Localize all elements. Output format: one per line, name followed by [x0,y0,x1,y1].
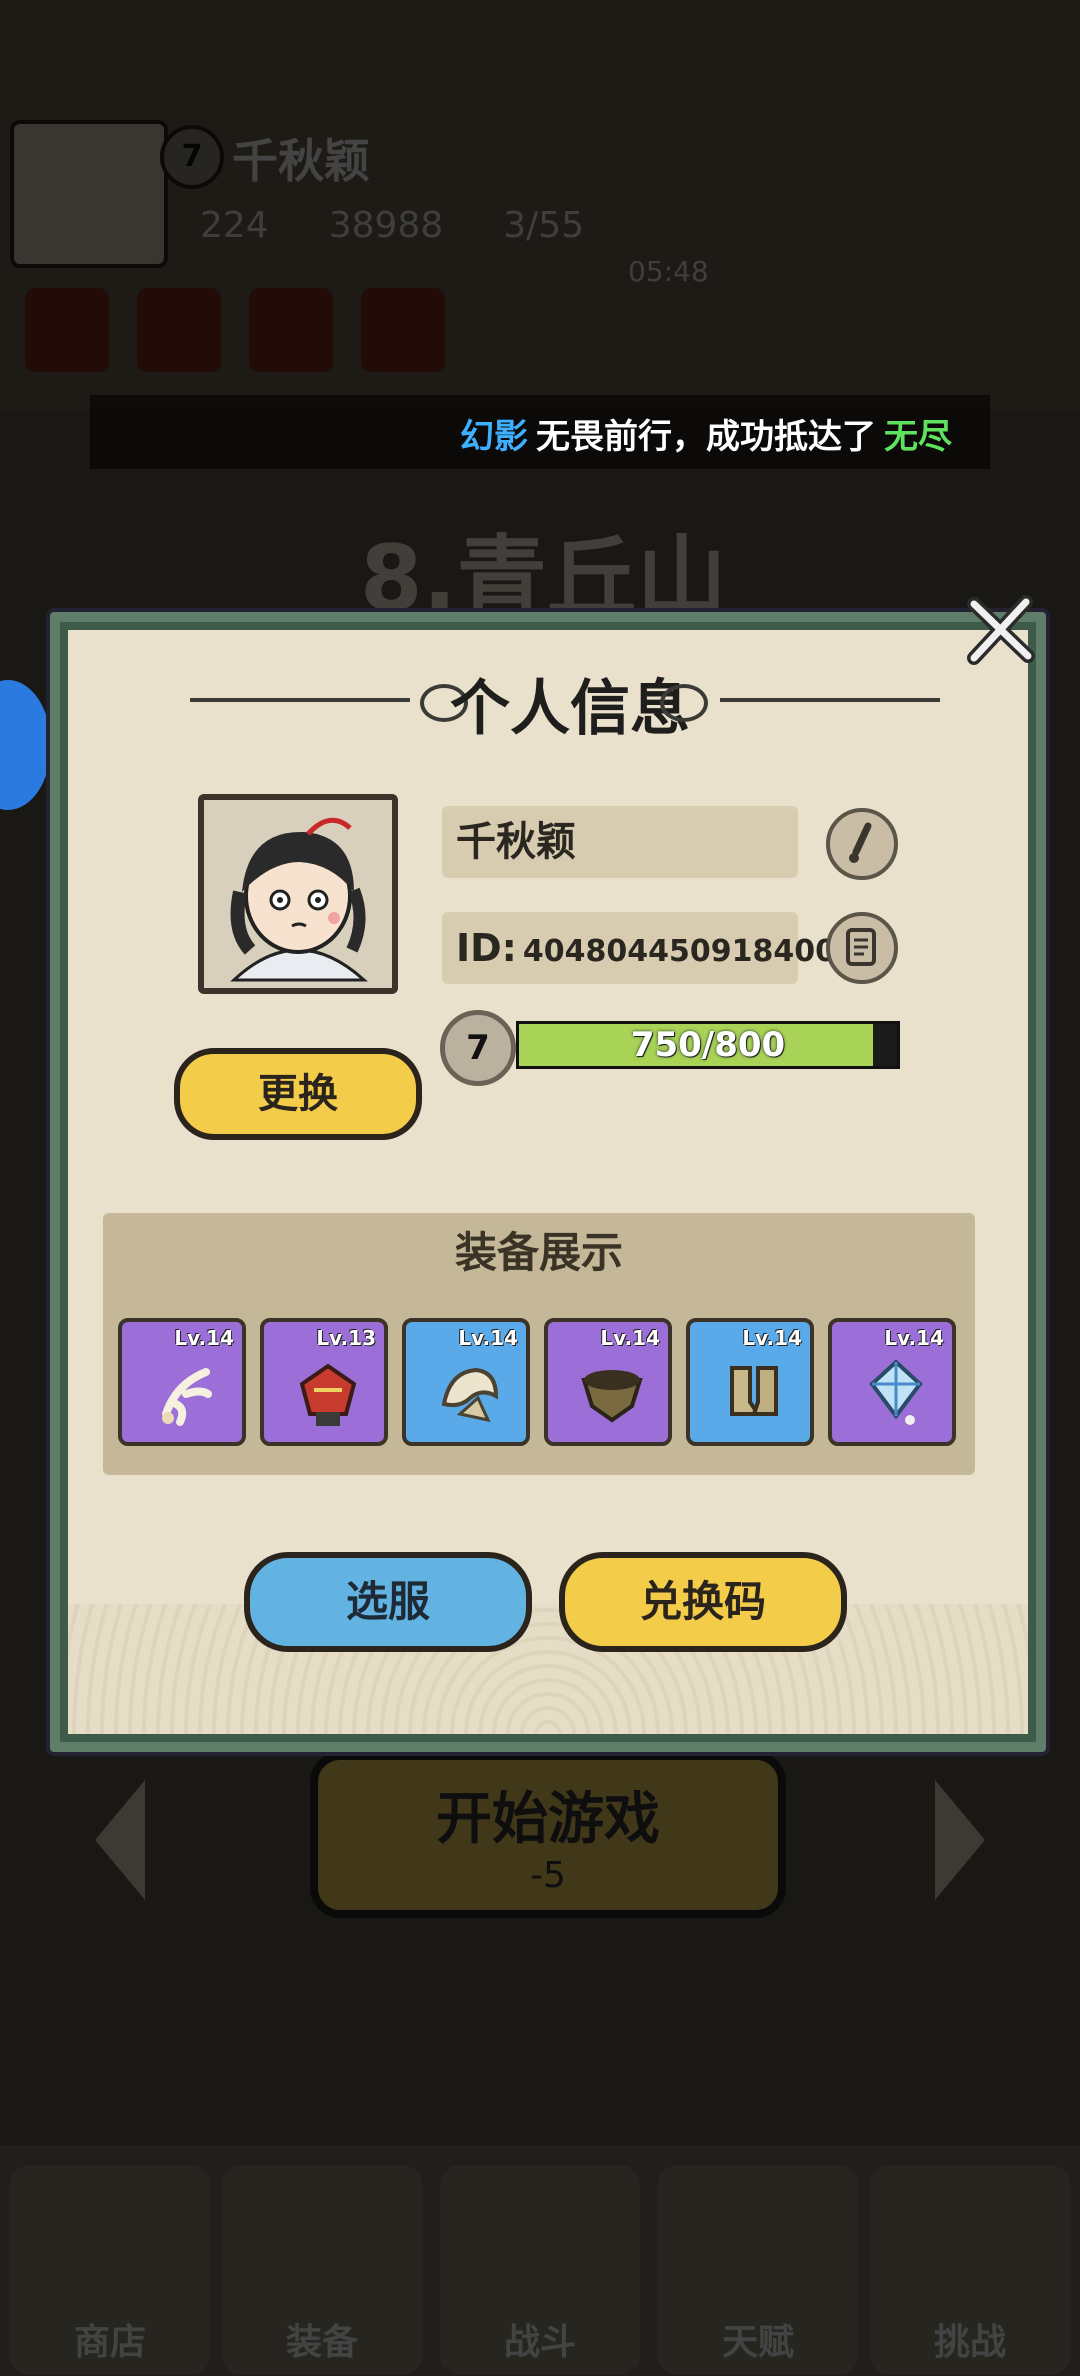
crystal-pendant-icon [869,1359,923,1425]
bg-tab-label: 战斗 [503,2322,576,2363]
title-divider-left [190,698,410,702]
bg-start-cost: -5 [530,1855,566,1896]
bg-stat-gems: 38988 [328,205,444,246]
bg-tab-label: 天赋 [721,2322,794,2363]
exp-progress-bar: 750/800 [516,1021,900,1069]
id-value: 404804450918400 [522,934,837,969]
profile-dialog [50,612,1046,1752]
bg-tab-equip: 装备 [222,2165,422,2375]
equipment-slot-5[interactable]: Lv.14 [686,1318,814,1446]
boots-icon [730,1366,778,1416]
announcement-ticker: 幻影 无畏前行，成功抵达了 无尽 [90,395,990,469]
swirl-right-icon [660,684,708,722]
level-badge: 7 [440,1010,516,1086]
bg-start-label: 开始游戏 [436,1787,660,1852]
brush-icon [849,822,872,863]
equipment-row: Lv.14 Lv.13 Lv.14 Lv.14 Lv.14 Lv.14 [118,1318,956,1446]
copy-id-icon[interactable] [826,912,898,984]
bg-stats: 224 38988 3/55 [200,205,584,246]
gauntlet-icon [581,1370,643,1423]
bg-icon-2 [137,288,221,372]
ticker-player: 幻影 [460,417,528,457]
bg-player-name: 千秋颖 [232,134,370,188]
panel-wave-pattern [68,1604,1028,1734]
bg-start-button: 开始游戏 -5 [310,1752,786,1918]
equipment-level: Lv.14 [174,1326,234,1350]
equipment-level: Lv.14 [458,1326,518,1350]
feather-charm-icon [162,1368,212,1426]
bg-prev-arrow-icon [95,1780,145,1900]
equipment-level: Lv.14 [742,1326,802,1350]
dialog-title-row: 个人信息 [120,660,960,744]
equipment-slot-2[interactable]: Lv.13 [260,1318,388,1446]
bg-level-badge: 7 [160,125,224,189]
bg-tab-talent: 天赋 [658,2165,858,2375]
avatar-portrait-icon [204,800,392,988]
bg-tab-label: 装备 [285,2322,358,2363]
bg-stat-energy: 3/55 [503,205,585,246]
shoulder-guard-icon [441,1367,499,1423]
equipment-slot-1[interactable]: Lv.14 [118,1318,246,1446]
bg-tab-label: 挑战 [933,2322,1006,2363]
bg-tab-challenge: 挑战 [870,2165,1070,2375]
equipment-showcase: 装备展示 Lv.14 Lv.13 Lv.14 Lv.14 Lv.14 Lv.14 [103,1213,975,1475]
bg-icon-row [25,288,445,372]
equipment-slot-6[interactable]: Lv.14 [828,1318,956,1446]
close-icon[interactable] [958,588,1042,672]
change-avatar-button[interactable]: 更换 [174,1048,422,1140]
select-server-button[interactable]: 选服 [244,1552,532,1652]
edit-name-icon[interactable] [826,808,898,880]
bg-icon-1 [25,288,109,372]
bg-stat-gold: 224 [200,205,269,246]
player-name-field: 千秋颖 [442,806,798,878]
bg-icon-3 [249,288,333,372]
bg-next-arrow-icon [935,1780,985,1900]
ticker-target: 无尽 [884,417,952,457]
bg-tab-battle: 战斗 [440,2165,640,2375]
title-divider-right [720,698,940,702]
player-avatar [198,794,398,994]
ticker-action: 无畏前行，成功抵达了 [536,417,876,457]
id-label: ID: [456,926,517,970]
equipment-level: Lv.14 [884,1326,944,1350]
ticker-track: 幻影 无畏前行，成功抵达了 无尽 [460,409,960,458]
equipment-level: Lv.13 [316,1326,376,1350]
bg-tab-label: 商店 [73,2322,146,2363]
player-id-field: ID: 404804450918400 [442,912,836,984]
bg-icon-4 [361,288,445,372]
equipment-header: 装备展示 [454,1228,623,1277]
bg-avatar [10,120,168,268]
bg-timer: 05:48 [628,255,709,288]
equipment-level: Lv.14 [600,1326,660,1350]
exp-progress-text: 750/800 [630,1025,786,1065]
copy-icon [846,928,876,966]
bg-navbar: 商店 装备 战斗 天赋 挑战 [0,2145,1080,2376]
bg-tab-shop: 商店 [10,2165,210,2375]
equipment-slot-4[interactable]: Lv.14 [544,1318,672,1446]
redeem-code-button[interactable]: 兑换码 [559,1552,847,1652]
equipment-slot-3[interactable]: Lv.14 [402,1318,530,1446]
red-mask-icon [299,1363,357,1426]
